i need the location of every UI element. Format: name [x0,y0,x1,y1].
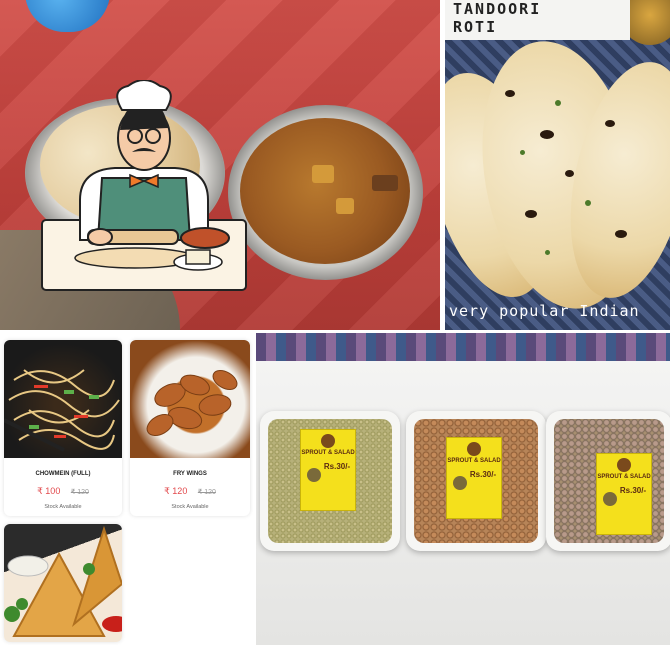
potato-chunk [312,165,334,183]
title-banner: TANDOORI ROTI [445,0,630,40]
sprouts-icon [453,476,467,490]
sprout-tray: SPROUT & SALAD Rs.30/- [406,411,546,551]
menu-card-samosa[interactable] [4,524,122,642]
char-spot [540,130,554,139]
item-name: FRY WINGS [173,471,207,477]
noodles-icon [4,369,120,452]
logo-icon [467,442,481,456]
label-price: Rs.30/- [323,462,351,471]
patterned-cloth [256,333,670,363]
item-prices: ₹ 100 ₹ 120 [4,486,122,497]
label-price: Rs.30/- [619,486,647,495]
curry-photo [0,0,440,330]
char-spot [605,120,615,127]
herb [555,100,561,106]
sprout-tray: SPROUT & SALAD Rs.30/- [546,411,670,551]
item-price: ₹ 100 [37,486,61,496]
price-label: SPROUT & SALAD Rs.30/- [596,453,652,535]
logo-icon [617,458,631,472]
char-spot [565,170,574,177]
item-name: CHOWMEIN (FULL) [35,471,91,477]
herb [520,150,525,155]
sprouts-icon [603,492,617,506]
label-heading: SPROUT & SALAD [447,458,501,464]
photo-caption: very popular Indian [449,302,640,320]
potato-chunk [336,198,354,214]
sprout-tray: SPROUT & SALAD Rs.30/- [260,411,400,551]
fry-wings-photo [130,340,250,458]
wings-icon [146,370,238,436]
chowmein-photo [4,340,122,458]
price-label: SPROUT & SALAD Rs.30/- [300,429,356,511]
item-original-price: ₹ 120 [197,489,216,496]
label-heading: SPROUT & SALAD [597,474,651,480]
menu-screenshot: CHOWMEIN (FULL) ₹ 100 ₹ 120 Stock Availa… [0,333,253,645]
item-original-price: ₹ 120 [70,489,89,496]
herb [545,250,550,255]
menu-card-chowmein[interactable]: CHOWMEIN (FULL) ₹ 100 ₹ 120 Stock Availa… [4,340,122,516]
samosa-icon [4,525,122,637]
logo-icon [321,434,335,448]
samosa-photo [4,524,122,642]
stock-status: Stock Available [171,504,209,510]
sprouts-photo: SPROUT & SALAD Rs.30/- SPROUT & SALAD Rs… [256,333,670,645]
label-price: Rs.30/- [469,470,497,479]
item-price: ₹ 120 [164,486,188,496]
stock-status: Stock Available [44,504,82,510]
price-label: SPROUT & SALAD Rs.30/- [446,437,502,519]
title-line-2: ROTI [453,18,498,36]
char-spot [525,210,537,218]
char-spot [615,230,627,238]
label-heading: SPROUT & SALAD [301,450,355,456]
title-line-1: TANDOORI [453,0,542,18]
meat-chunk [372,175,398,191]
tandoori-roti-photo: TANDOORI ROTI very popular Indian [445,0,670,330]
char-spot [505,90,515,97]
herb [585,200,591,206]
curry [240,118,410,264]
menu-card-fry-wings[interactable]: FRY WINGS ₹ 120 ₹ 120 Stock Available [130,340,250,516]
chef-icon [41,80,247,291]
item-prices: ₹ 120 ₹ 120 [130,486,250,497]
sprouts-icon [307,468,321,482]
